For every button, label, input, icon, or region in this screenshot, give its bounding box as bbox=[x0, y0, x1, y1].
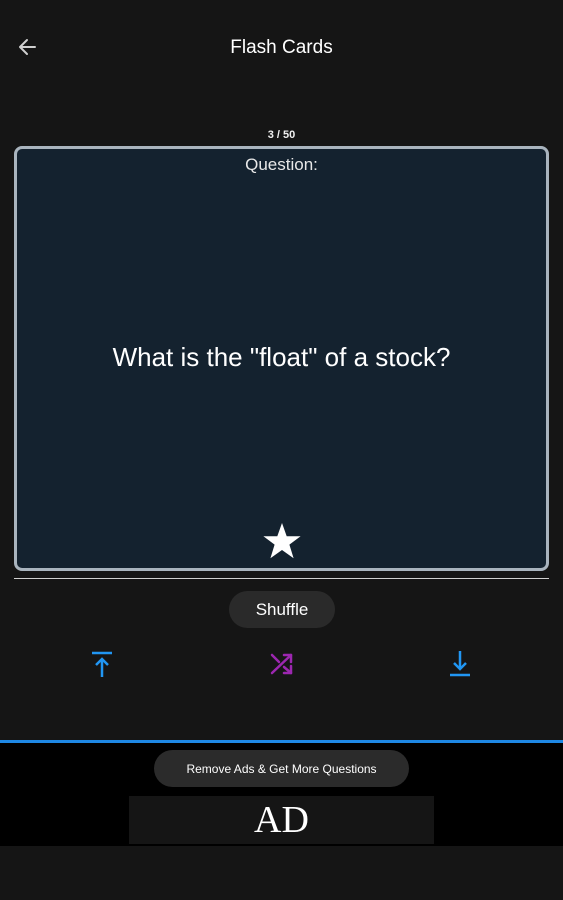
shuffle-icon bbox=[269, 651, 295, 682]
shuffle-button[interactable]: Shuffle bbox=[229, 591, 335, 628]
flash-card[interactable]: Question: What is the "float" of a stock… bbox=[14, 146, 549, 571]
ad-panel: Remove Ads & Get More Questions AD bbox=[0, 740, 563, 847]
page-footer-area bbox=[0, 846, 563, 900]
page-title: Flash Cards bbox=[230, 37, 333, 58]
jump-to-bottom-icon bbox=[448, 650, 472, 683]
card-counter: 3 / 50 bbox=[267, 129, 296, 141]
jump-to-last-button[interactable] bbox=[444, 650, 476, 682]
app-bar: Flash Cards bbox=[0, 0, 563, 96]
ad-label: AD bbox=[254, 799, 309, 841]
ad-banner[interactable]: AD bbox=[129, 796, 434, 844]
card-question-text: What is the "float" of a stock? bbox=[112, 342, 451, 372]
jump-to-first-button[interactable] bbox=[86, 650, 118, 682]
shuffle-icon-button[interactable] bbox=[266, 650, 298, 682]
card-side-label: Question: bbox=[245, 155, 318, 174]
remove-ads-button[interactable]: Remove Ads & Get More Questions bbox=[154, 750, 409, 787]
divider bbox=[14, 578, 549, 579]
jump-to-top-icon bbox=[90, 650, 114, 683]
star-icon bbox=[262, 523, 302, 564]
favorite-button[interactable] bbox=[262, 522, 302, 560]
